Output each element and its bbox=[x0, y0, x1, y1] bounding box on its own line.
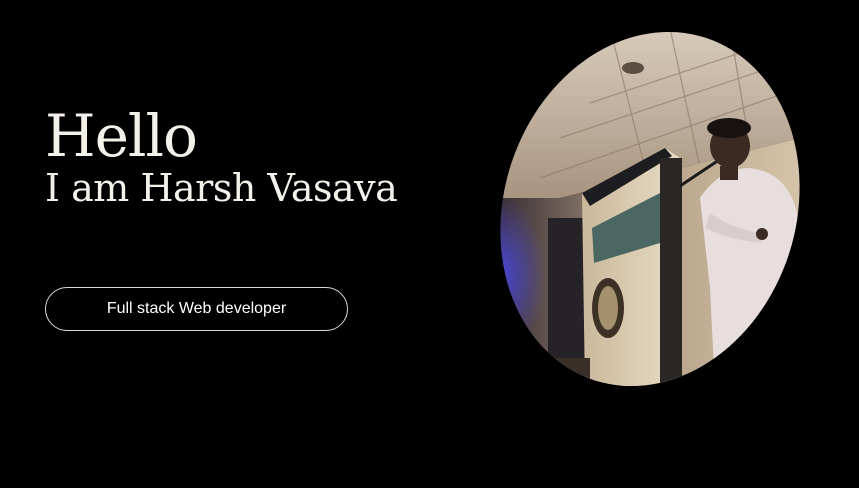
hero-heading: Hello I am Harsh Vasava bbox=[45, 102, 398, 210]
role-pill-button[interactable]: Full stack Web developer bbox=[45, 287, 348, 331]
intro-name-text: I am Harsh Vasava bbox=[45, 166, 398, 210]
greeting-text: Hello bbox=[45, 102, 198, 170]
hero-page: Hello I am Harsh Vasava Full stack Web d… bbox=[0, 0, 859, 488]
portrait-photo-icon bbox=[500, 28, 800, 390]
portrait-image bbox=[500, 28, 800, 390]
